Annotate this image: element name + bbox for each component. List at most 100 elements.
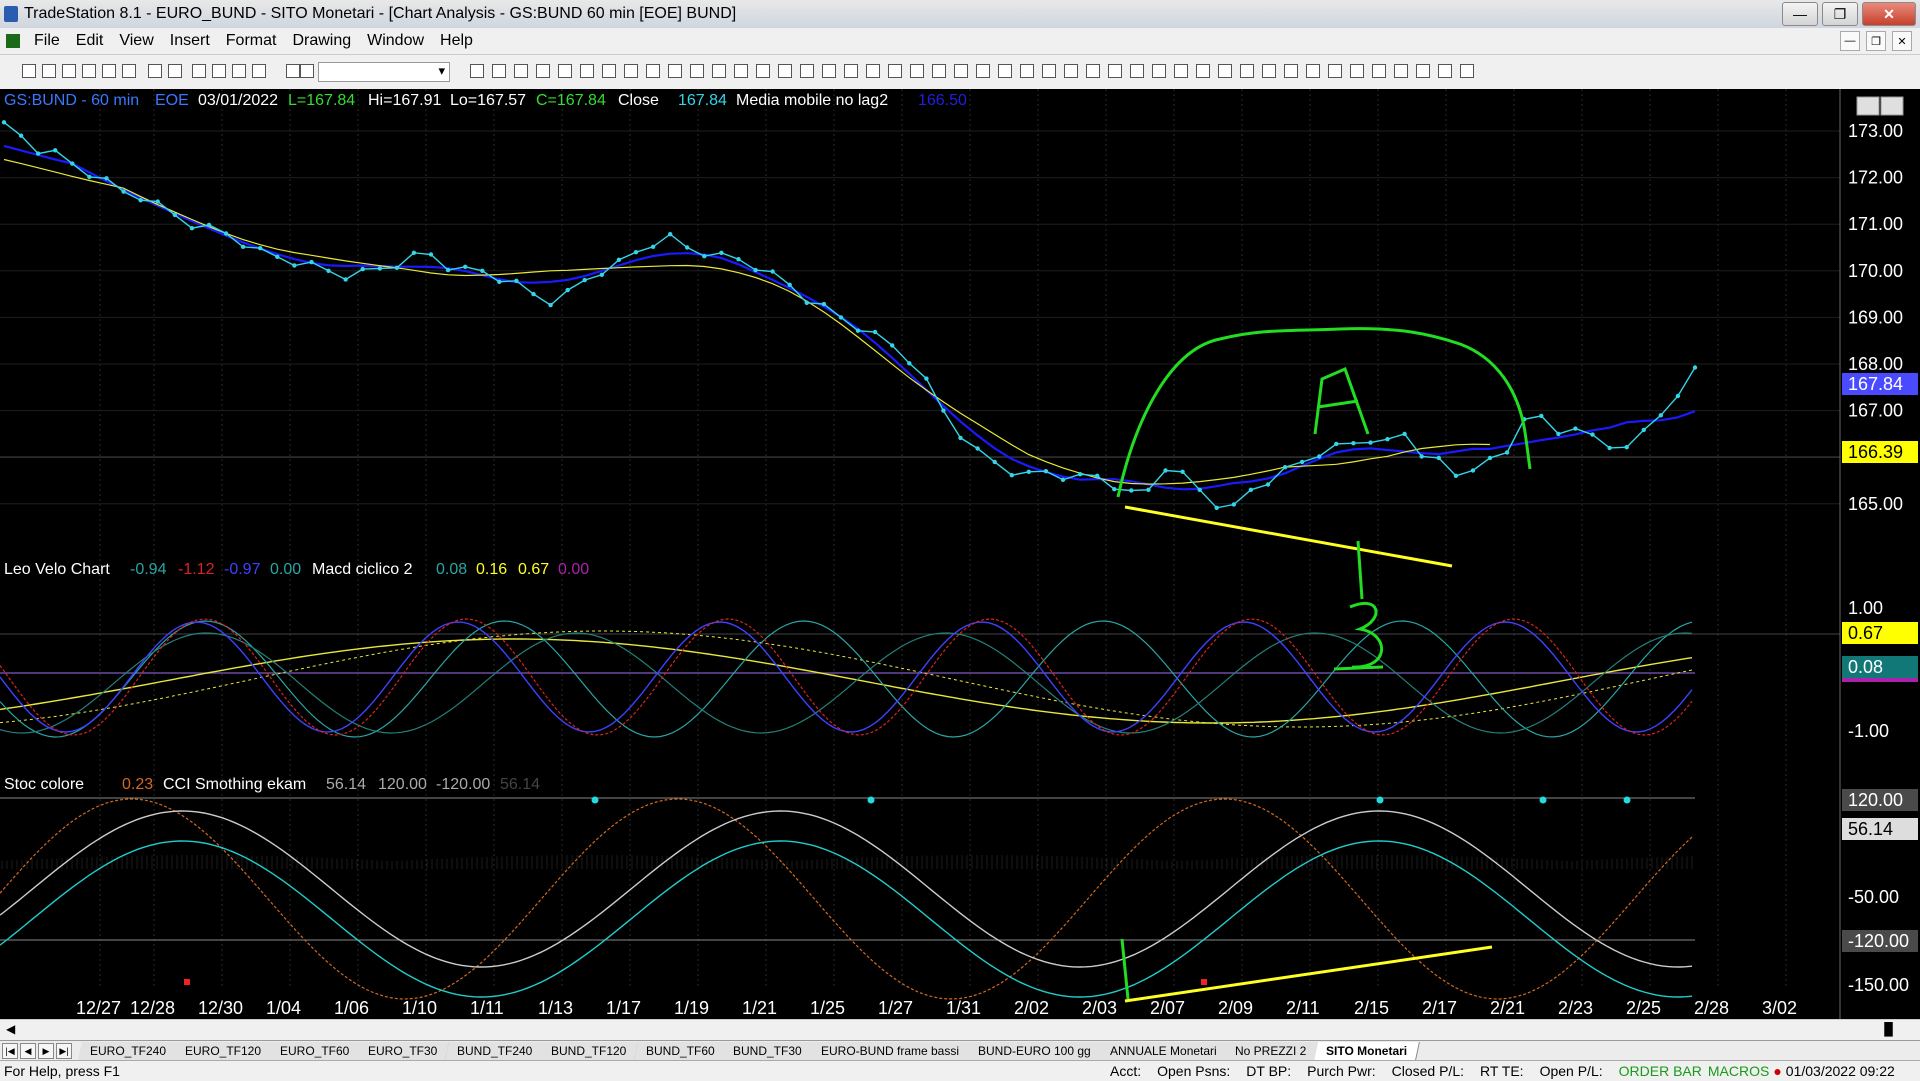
tab-next-icon[interactable]: ▶ — [38, 1043, 54, 1059]
tab-prev-icon[interactable]: ◀ — [20, 1043, 36, 1059]
toolbar-tool-icon[interactable] — [690, 64, 704, 78]
tab-bund-euro-100-gg[interactable]: BUND-EURO 100 gg — [965, 1042, 1104, 1060]
tab-first-icon[interactable]: |◀ — [2, 1043, 18, 1059]
toolbar-tool-icon[interactable] — [1174, 64, 1188, 78]
scroll-left-icon[interactable]: ◀ — [6, 1022, 15, 1036]
status-macros[interactable]: MACROS — [1708, 1063, 1769, 1079]
toolbar-tool-icon[interactable] — [1394, 64, 1408, 78]
toolbar-tool-icon[interactable] — [1306, 64, 1320, 78]
tab-bund-tf240[interactable]: BUND_TF240 — [444, 1042, 546, 1060]
menu-view[interactable]: View — [111, 32, 161, 50]
minimize-button[interactable]: — — [1782, 2, 1818, 26]
toolbar-tool-icon[interactable] — [102, 64, 116, 78]
toolbar-tool-icon[interactable] — [1416, 64, 1430, 78]
tab-last-icon[interactable]: ▶| — [56, 1043, 72, 1059]
toolbar-tool-icon[interactable] — [1372, 64, 1386, 78]
toolbar-tool-icon[interactable] — [866, 64, 880, 78]
toolbar-tool-icon[interactable] — [1240, 64, 1254, 78]
tab-bund-tf60[interactable]: BUND_TF60 — [633, 1042, 728, 1060]
toolbar-tool-icon[interactable] — [82, 64, 96, 78]
toolbar-tool-icon[interactable] — [734, 64, 748, 78]
menu-window[interactable]: Window — [359, 32, 432, 50]
mdi-close-button[interactable]: ✕ — [1892, 31, 1912, 51]
toolbar-tool-icon[interactable] — [252, 64, 266, 78]
toolbar-tool-icon[interactable] — [558, 64, 572, 78]
menu-help[interactable]: Help — [432, 32, 481, 50]
tab-bund-tf30[interactable]: BUND_TF30 — [721, 1042, 815, 1060]
toolbar-tool-icon[interactable] — [976, 64, 990, 78]
close-button[interactable]: ✕ — [1862, 2, 1916, 26]
toolbar-tool-icon[interactable] — [1086, 64, 1100, 78]
menu-edit[interactable]: Edit — [68, 32, 112, 50]
toolbar-tool-icon[interactable] — [22, 64, 36, 78]
toolbar-tool-icon[interactable] — [1152, 64, 1166, 78]
toolbar-tool-icon[interactable] — [1064, 64, 1078, 78]
toolbar-tool-icon[interactable] — [1328, 64, 1342, 78]
toolbar-tool-icon[interactable] — [1042, 64, 1056, 78]
toolbar-tool-icon[interactable] — [910, 64, 924, 78]
toolbar-tool-icon[interactable] — [1020, 64, 1034, 78]
toolbar-tool-icon[interactable] — [756, 64, 770, 78]
toolbar-tool-icon[interactable] — [168, 64, 182, 78]
toolbar-tool-icon[interactable] — [62, 64, 76, 78]
toolbar-tool-icon[interactable] — [148, 64, 162, 78]
toolbar-tool-icon[interactable] — [1108, 64, 1122, 78]
menu-file[interactable]: File — [26, 32, 68, 50]
toolbar-tool-icon[interactable] — [954, 64, 968, 78]
chart-restore-button[interactable] — [1880, 96, 1904, 116]
toolbar-tool-icon[interactable] — [778, 64, 792, 78]
menu-doc-icon[interactable] — [6, 34, 20, 48]
toolbar-tool-icon[interactable] — [1438, 64, 1452, 78]
toolbar-tool-icon[interactable] — [514, 64, 528, 78]
toolbar-tool-icon[interactable] — [470, 64, 484, 78]
toolbar-tool-icon[interactable] — [844, 64, 858, 78]
tab-euro-tf120[interactable]: EURO_TF120 — [173, 1042, 274, 1060]
tab-euro-tf240[interactable]: EURO_TF240 — [78, 1042, 179, 1060]
toolbar-tool-icon[interactable] — [646, 64, 660, 78]
toolbar-tool-icon[interactable] — [1218, 64, 1232, 78]
toolbar-tool-icon[interactable] — [232, 64, 246, 78]
horizontal-scrollbar[interactable]: ◀ ▐▌ — [0, 1019, 1920, 1040]
tab-sito-monetari[interactable]: SITO Monetari — [1313, 1042, 1420, 1060]
tab-no-prezzi-2[interactable]: No PREZZI 2 — [1223, 1042, 1320, 1060]
toolbar-tool-icon[interactable] — [602, 64, 616, 78]
maximize-button[interactable]: ❐ — [1822, 2, 1858, 26]
toolbar-tool-icon[interactable] — [932, 64, 946, 78]
toolbar-tool-icon[interactable] — [1284, 64, 1298, 78]
tab-euro-bund-frame-bassi[interactable]: EURO-BUND frame bassi — [808, 1042, 972, 1060]
tab-bund-tf120[interactable]: BUND_TF120 — [539, 1042, 640, 1060]
chart-svg[interactable]: A B GS:BUND - 60 min EOE 03/01/2022 L=16… — [0, 89, 1920, 1019]
toolbar-tool-icon[interactable] — [1262, 64, 1276, 78]
toolbar-tool-icon[interactable] — [1350, 64, 1364, 78]
toolbar-tool-icon[interactable] — [286, 64, 300, 78]
toolbar-tool-icon[interactable] — [300, 64, 314, 78]
toolbar-tool-icon[interactable] — [536, 64, 550, 78]
toolbar-tool-icon[interactable] — [822, 64, 836, 78]
tab-euro-tf60[interactable]: EURO_TF60 — [268, 1042, 363, 1060]
menu-drawing[interactable]: Drawing — [284, 32, 359, 50]
toolbar-tool-icon[interactable] — [1196, 64, 1210, 78]
menu-insert[interactable]: Insert — [162, 32, 218, 50]
toolbar-tool-icon[interactable] — [42, 64, 56, 78]
toolbar-tool-icon[interactable] — [888, 64, 902, 78]
toolbar-tool-icon[interactable] — [668, 64, 682, 78]
scroll-thumb[interactable]: ▐▌ — [1880, 1022, 1897, 1036]
mdi-restore-button[interactable]: ❐ — [1866, 31, 1886, 51]
toolbar-tool-icon[interactable] — [580, 64, 594, 78]
toolbar-tool-icon[interactable] — [712, 64, 726, 78]
chart-area[interactable]: A B GS:BUND - 60 min EOE 03/01/2022 L=16… — [0, 89, 1920, 1019]
toolbar-tool-icon[interactable] — [1130, 64, 1144, 78]
tab-euro-tf30[interactable]: EURO_TF30 — [356, 1042, 451, 1060]
menu-format[interactable]: Format — [218, 32, 285, 50]
status-order-bar[interactable]: ORDER BAR — [1619, 1063, 1702, 1079]
chart-minimize-button[interactable] — [1856, 96, 1880, 116]
toolbar-tool-icon[interactable] — [1460, 64, 1474, 78]
toolbar-tool-icon[interactable] — [122, 64, 136, 78]
toolbar-tool-icon[interactable] — [492, 64, 506, 78]
mdi-minimize-button[interactable]: — — [1840, 31, 1860, 51]
toolbar-tool-icon[interactable] — [192, 64, 206, 78]
tab-annuale-monetari[interactable]: ANNUALE Monetari — [1097, 1042, 1230, 1060]
toolbar-tool-icon[interactable] — [624, 64, 638, 78]
toolbar-tool-icon[interactable] — [998, 64, 1012, 78]
toolbar-tool-icon[interactable] — [800, 64, 814, 78]
